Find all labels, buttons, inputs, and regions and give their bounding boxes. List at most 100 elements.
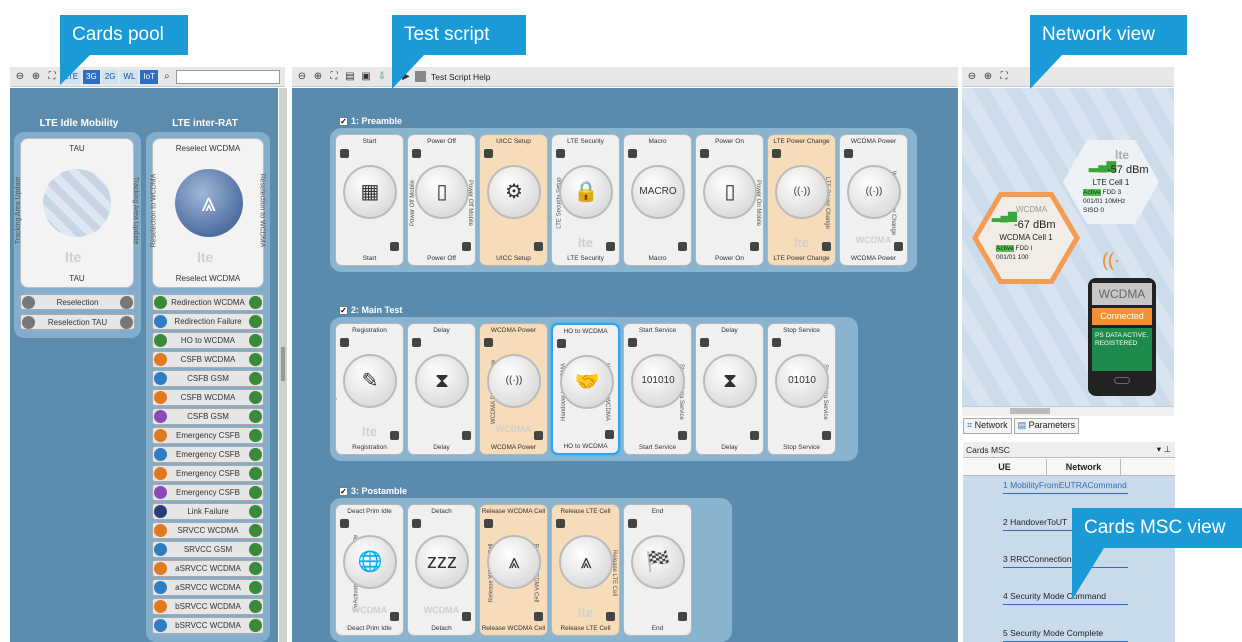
help-link[interactable]: Test Script Help xyxy=(431,72,491,82)
pool-item-ho-to-wcdma[interactable]: HO to WCDMA xyxy=(152,332,264,349)
fit-view-icon[interactable]: ⛶ xyxy=(45,69,59,84)
zoom-out-icon[interactable]: ⊖ xyxy=(965,69,979,84)
pool-item-reselection-tau[interactable]: Reselection TAU xyxy=(20,314,135,330)
network-hscroll[interactable] xyxy=(962,406,1174,416)
script-card-delay[interactable]: DelayDelayDelay⧗ xyxy=(695,323,764,455)
script-card-deact-prim-idle[interactable]: Deact Prim IdleDeact Prim IdleDeActivate… xyxy=(335,504,404,636)
script-card-stop-service[interactable]: Stop ServiceStop ServiceStop IP Data Ser… xyxy=(767,323,836,455)
msc-arrow xyxy=(1003,604,1128,605)
device-tech: WCDMA xyxy=(1092,283,1152,305)
pin-icon[interactable]: ⊥ xyxy=(1164,444,1171,455)
item-label: Emergency CSFB xyxy=(175,450,241,459)
script-card-start[interactable]: StartStartStart▦ xyxy=(335,134,404,266)
pool-item-bsrvcc-wcdma[interactable]: bSRVCC WCDMA xyxy=(152,598,264,615)
filter-wl[interactable]: WL xyxy=(120,69,139,84)
card-top-label: Release WCDMA Cell xyxy=(481,508,546,515)
item-label: Reselection TAU xyxy=(47,317,108,327)
group-checkbox[interactable]: ✓ xyxy=(339,116,348,126)
script-card-start-service[interactable]: Start ServiceStart ServiceStart IP Data … xyxy=(623,323,692,455)
zoom-in-icon[interactable]: ⊕ xyxy=(311,69,325,84)
script-card-delay[interactable]: DelayDelayDelay⧗ xyxy=(407,323,476,455)
script-card-registration[interactable]: Registration Registration Registration ✎ lte xyxy=(335,323,404,455)
cell-details: Active FDD I 001/01 100 xyxy=(996,244,1033,262)
card-graphic-icon: ▯ xyxy=(415,165,469,219)
script-card-lte-security[interactable]: LTE Security LTE Security LTE Security Set… xyxy=(551,134,620,266)
pool-item-emergency-csfb[interactable]: Emergency CSFB xyxy=(152,484,264,501)
script-card-power-off[interactable]: Power Off Power Off Power Off Mobile Power … xyxy=(407,134,476,266)
card-reselect-wcdma[interactable]: Reselect WCDMA Reselect WCDMA Reselectio… xyxy=(150,138,266,288)
item-label: Emergency CSFB xyxy=(175,488,241,497)
fit-view-icon[interactable]: ⛶ xyxy=(997,69,1011,84)
script-card-uicc-setup[interactable]: UICC Setup UICC Setup UICC Setup ⚙ xyxy=(479,134,548,266)
rat-icon xyxy=(154,315,167,328)
layout-icon[interactable]: ▤ xyxy=(343,69,357,84)
script-card-detach[interactable]: DetachDetachDetach IdlezzzWCDMA xyxy=(407,504,476,636)
tab-network[interactable]: ⌗ Network xyxy=(963,418,1012,434)
msc-message[interactable]: 2 HandoverToUT xyxy=(1003,517,1067,527)
pool-item-reselection[interactable]: Reselection xyxy=(20,294,135,310)
pool-item-srvcc-gsm[interactable]: SRVCC GSM xyxy=(152,541,264,558)
card-graphic-icon: 🔒 xyxy=(559,165,613,219)
pool-item-emergency-csfb[interactable]: Emergency CSFB xyxy=(152,427,264,444)
pool-scroll-thumb[interactable] xyxy=(281,347,285,381)
card-graphic-icon: ⩓ xyxy=(487,535,541,589)
script-card-lte-power-change[interactable]: LTE Power Change LTE Power Change LTE Powe… xyxy=(767,134,836,266)
pool-item-csfb-wcdma[interactable]: CSFB WCDMA xyxy=(152,389,264,406)
cell-icon xyxy=(120,296,133,309)
card-bottom-label: Deact Prim Idle xyxy=(347,625,392,632)
card-bottom-label: End xyxy=(651,625,664,632)
msc-message[interactable]: 3 RRCConnection xyxy=(1003,554,1072,564)
pool-item-redirection-wcdma[interactable]: Redirection WCDMA xyxy=(152,294,264,311)
pool-item-emergency-csfb[interactable]: Emergency CSFB xyxy=(152,446,264,463)
card-corner-icon xyxy=(772,149,781,158)
group-label[interactable]: ✓ 2: Main Test xyxy=(339,305,402,315)
msc-message[interactable]: 1 MobilityFromEUTRACommand xyxy=(1003,480,1127,490)
network-tabs: ⌗ Network ▤ Parameters xyxy=(963,418,1080,434)
script-card-macro[interactable]: MacroMacroMacroMACRO xyxy=(623,134,692,266)
fit-view-icon[interactable]: ⛶ xyxy=(327,69,341,84)
group-label[interactable]: ✓ 1: Preamble xyxy=(339,116,402,126)
pool-item-bsrvcc-wcdma[interactable]: bSRVCC WCDMA xyxy=(152,617,264,634)
zoom-in-icon[interactable]: ⊕ xyxy=(981,69,995,84)
download-icon[interactable]: ⇩ xyxy=(375,69,389,84)
card-tau[interactable]: TAU TAU Tracking Area Update Tracking Ar… xyxy=(15,138,139,288)
group-label[interactable]: ✓ 3: Postamble xyxy=(339,486,407,496)
tab-parameters[interactable]: ▤ Parameters xyxy=(1013,418,1080,434)
pool-item-csfb-gsm[interactable]: CSFB GSM xyxy=(152,408,264,425)
script-card-end[interactable]: EndEndEnd🏁 xyxy=(623,504,692,636)
export-icon[interactable]: ▣ xyxy=(359,69,373,84)
pool-item-asrvcc-wcdma[interactable]: aSRVCC WCDMA xyxy=(152,560,264,577)
zoom-in-icon[interactable]: ⊕ xyxy=(29,69,43,84)
rat-icon xyxy=(249,334,262,347)
filter-iot[interactable]: IoT xyxy=(140,69,158,84)
msc-message[interactable]: 5 Security Mode Complete xyxy=(1003,628,1103,638)
panel-menu-icon[interactable]: ▾ xyxy=(1157,444,1161,455)
home-button[interactable] xyxy=(1114,377,1130,384)
script-card-release-wcdma-cell[interactable]: Release WCDMA CellRelease WCDMA CellRele… xyxy=(479,504,548,636)
pool-item-csfb-wcdma[interactable]: CSFB WCDMA xyxy=(152,351,264,368)
pool-item-emergency-csfb[interactable]: Emergency CSFB xyxy=(152,465,264,482)
card-corner-icon xyxy=(772,338,781,347)
pool-item-srvcc-wcdma[interactable]: SRVCC WCDMA xyxy=(152,522,264,539)
hscroll-thumb[interactable] xyxy=(1010,408,1050,414)
pool-item-link-failure[interactable]: Link Failure xyxy=(152,503,264,520)
pool-item-asrvcc-wcdma[interactable]: aSRVCC WCDMA xyxy=(152,579,264,596)
group-checkbox[interactable]: ✓ xyxy=(339,305,348,315)
card-right-label: Tracking Area Update xyxy=(131,176,139,245)
pool-search-input[interactable] xyxy=(175,69,280,84)
script-card-wcdma-power[interactable]: WCDMA PowerWCDMA PowerWCDMA Power Change… xyxy=(479,323,548,455)
rat-icon xyxy=(249,505,262,518)
network-icon: ⌗ xyxy=(967,420,973,430)
cell-tech: lte xyxy=(1115,148,1130,162)
script-card-wcdma-power[interactable]: WCDMA PowerWCDMA PowerWCDMA Power Change… xyxy=(839,134,908,266)
zoom-out-icon[interactable]: ⊖ xyxy=(295,69,309,84)
zoom-out-icon[interactable]: ⊖ xyxy=(13,69,27,84)
pool-item-csfb-gsm[interactable]: CSFB GSM xyxy=(152,370,264,387)
filter-2g[interactable]: 2G xyxy=(101,69,119,84)
script-card-release-lte-cell[interactable]: Release LTE Cell Release LTE Cell Release … xyxy=(551,504,620,636)
group-checkbox[interactable]: ✓ xyxy=(339,486,348,496)
script-card-power-on[interactable]: Power On Power On Power On Mobile ▯ xyxy=(695,134,764,266)
script-card-ho-to-wcdma[interactable]: HO to WCDMAHO to WCDMAHandover to WCDMAH… xyxy=(551,323,620,455)
pool-item-redirection-failure[interactable]: Redirection Failure xyxy=(152,313,264,330)
mobile-device[interactable]: WCDMA Connected PS DATA ACTIVE, REGISTER… xyxy=(1088,278,1156,396)
